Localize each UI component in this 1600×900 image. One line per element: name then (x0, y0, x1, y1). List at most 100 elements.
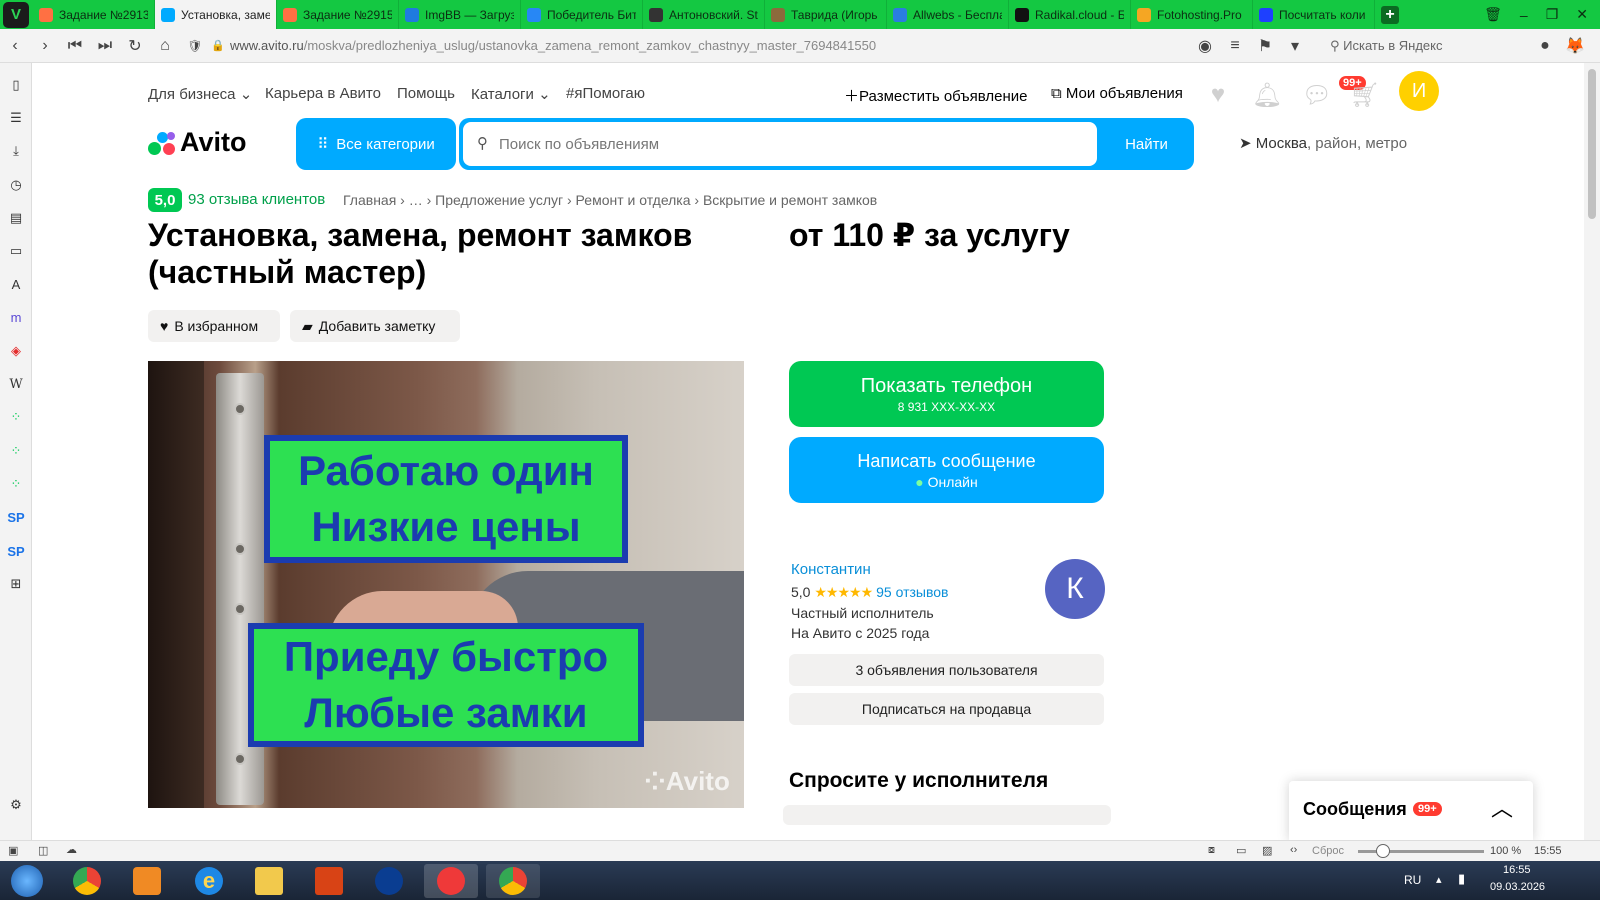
zoom-slider-thumb[interactable] (1376, 844, 1390, 858)
vivaldi-icon[interactable]: ◈ (6, 341, 26, 361)
window-icon[interactable]: ▭ (1236, 844, 1246, 857)
shield-icon[interactable]: 🛡 (180, 39, 210, 53)
all-categories-button[interactable]: ⠿ Все категории (296, 118, 456, 170)
scrollbar-thumb[interactable] (1588, 69, 1596, 219)
ask-question-field[interactable] (783, 805, 1111, 825)
panel-toggle-icon[interactable]: ▣ (8, 844, 18, 857)
location-pin-icon[interactable]: ◉ (1190, 36, 1220, 56)
minimize-button[interactable]: – (1520, 7, 1528, 23)
taskbar-chrome[interactable] (60, 864, 114, 898)
vivaldi-menu-icon[interactable]: V (3, 1, 29, 28)
taskbar-chrome-2[interactable] (486, 864, 540, 898)
user-avatar[interactable]: И (1399, 71, 1439, 111)
close-button[interactable]: ✕ (1576, 6, 1588, 23)
reload-icon[interactable]: ↻ (120, 36, 150, 56)
chevron-up-icon[interactable]: ︿ (1491, 791, 1513, 823)
favorite-button[interactable]: ♥ В избранном (148, 310, 280, 342)
taskbar-time[interactable]: 16:55 (1503, 864, 1531, 876)
post-ad-link[interactable]: ＋Разместить объявление (844, 85, 1028, 106)
ya-pomogayu-link[interactable]: #яПомогаю (566, 85, 645, 102)
taskbar-media[interactable] (120, 864, 174, 898)
catalogs-link[interactable]: Каталоги ⌄ (471, 85, 551, 103)
profile-icon[interactable]: ● (1530, 37, 1560, 55)
browser-tab[interactable]: Allwebs - Беспла (887, 0, 1009, 29)
seller-name[interactable]: Константин (791, 561, 948, 578)
browser-tab[interactable]: Посчитать коли (1253, 0, 1375, 29)
image-icon[interactable]: ▨ (1262, 844, 1272, 857)
avito-panel-icon-1[interactable]: ⁘ (6, 407, 26, 427)
browser-tab[interactable]: Задание №2913 (33, 0, 155, 29)
avito-panel-icon-2[interactable]: ⁘ (6, 441, 26, 461)
extension-fox-icon[interactable]: 🦊 (1560, 36, 1590, 56)
notifications-bell-icon[interactable]: 🔔︎ (1252, 81, 1282, 109)
breadcrumb[interactable]: Главная › … › Предложение услуг › Ремонт… (343, 192, 877, 208)
taskbar-hp[interactable] (362, 864, 416, 898)
search-button[interactable]: Найти (1099, 118, 1194, 170)
cart-icon[interactable]: 🛒︎ (1350, 81, 1380, 109)
seller-reviews-link[interactable]: 95 отзывов (876, 584, 948, 600)
reading-list-icon[interactable]: ☰ (6, 108, 26, 128)
history-icon[interactable]: ◷ (6, 175, 26, 195)
browser-tab[interactable]: Fotohosting.Pro (1131, 0, 1253, 29)
browser-tab[interactable]: Таврида (Игорь (765, 0, 887, 29)
sp-panel-icon-1[interactable]: SP (6, 507, 26, 527)
mastodon-icon[interactable]: m (6, 307, 26, 327)
bookmarks-panel-icon[interactable]: ▯ (6, 75, 26, 95)
help-link[interactable]: Помощь (397, 85, 455, 102)
avito-panel-icon-3[interactable]: ⁘ (6, 474, 26, 494)
listing-photo[interactable]: Работаю один Низкие цены Приеду быстро Л… (148, 361, 744, 808)
capture-icon[interactable]: ⧇ (1208, 844, 1215, 857)
wikipedia-icon[interactable]: W (6, 374, 26, 394)
seller-avatar[interactable]: К (1045, 559, 1105, 619)
avito-logo[interactable]: Avito (148, 127, 247, 158)
browser-tab[interactable]: Победитель Бит (521, 0, 643, 29)
taskbar-office[interactable] (302, 864, 356, 898)
downloads-icon[interactable]: ⤓ (6, 141, 26, 161)
reader-icon[interactable]: ≡ (1220, 37, 1250, 55)
messages-chat-icon[interactable]: 💬︎ (1302, 81, 1332, 109)
zoom-reset[interactable]: Сброс (1312, 845, 1344, 857)
language-indicator[interactable]: RU (1404, 873, 1421, 887)
sync-cloud-icon[interactable]: ☁ (66, 843, 77, 856)
page-scrollbar[interactable] (1584, 63, 1600, 840)
back-icon[interactable]: ‹ (0, 37, 30, 55)
restore-button[interactable]: ❐ (1546, 6, 1559, 23)
search-input[interactable] (463, 122, 1097, 166)
messages-panel[interactable]: Сообщения 99+ ︿ (1289, 781, 1533, 840)
home-icon[interactable]: ⌂ (150, 37, 180, 55)
browser-tab[interactable]: Radikal.cloud - Б (1009, 0, 1131, 29)
location-selector[interactable]: ➤ Москва, район, метро (1239, 134, 1407, 152)
my-ads-link[interactable]: ⧉ Мои объявления (1051, 85, 1183, 102)
taskbar-ie[interactable]: e (182, 864, 236, 898)
sp-panel-icon-2[interactable]: SP (6, 541, 26, 561)
for-business-link[interactable]: Для бизнеса ⌄ (148, 85, 252, 103)
career-link[interactable]: Карьера в Авито (265, 85, 381, 102)
bookmark-icon[interactable]: ⚑ (1250, 36, 1280, 56)
translate-icon[interactable]: A (6, 274, 26, 294)
fast-forward-icon[interactable]: ⏭ (90, 37, 120, 55)
notes-icon[interactable]: ▤ (6, 208, 26, 228)
taskbar-explorer[interactable] (242, 864, 296, 898)
dropdown-icon[interactable]: ▾ (1280, 36, 1310, 56)
tab-tiling-icon[interactable]: ◫ (38, 844, 48, 857)
browser-tab[interactable]: Антоновский. St (643, 0, 765, 29)
browser-tab[interactable]: Задание №2915 (277, 0, 399, 29)
add-panel-icon[interactable]: ⊞ (6, 574, 26, 594)
network-icon[interactable]: ▮ (1458, 871, 1465, 887)
add-note-button[interactable]: ▰ Добавить заметку (290, 310, 460, 342)
favorites-heart-icon[interactable]: ♥ (1204, 81, 1232, 109)
subscribe-seller-button[interactable]: Подписаться на продавца (789, 693, 1104, 725)
settings-icon[interactable]: ⚙ (6, 795, 26, 815)
trash-icon[interactable]: 🗑 (1484, 6, 1502, 23)
browser-tab[interactable]: Установка, заме (155, 0, 277, 29)
window-panel-icon[interactable]: ▭ (6, 241, 26, 261)
write-message-button[interactable]: Написать сообщение ● Онлайн (789, 437, 1104, 503)
taskbar-date[interactable]: 09.03.2026 (1490, 881, 1545, 893)
rewind-icon[interactable]: ⏮ (60, 37, 90, 55)
new-tab-button[interactable]: + (1381, 5, 1399, 24)
taskbar-vivaldi[interactable] (424, 864, 478, 898)
forward-icon[interactable]: › (30, 37, 60, 55)
user-ads-button[interactable]: 3 объявления пользователя (789, 654, 1104, 686)
show-phone-button[interactable]: Показать телефон 8 931 XXX-XX-XX (789, 361, 1104, 427)
tray-arrow-icon[interactable]: ▴ (1436, 873, 1442, 886)
